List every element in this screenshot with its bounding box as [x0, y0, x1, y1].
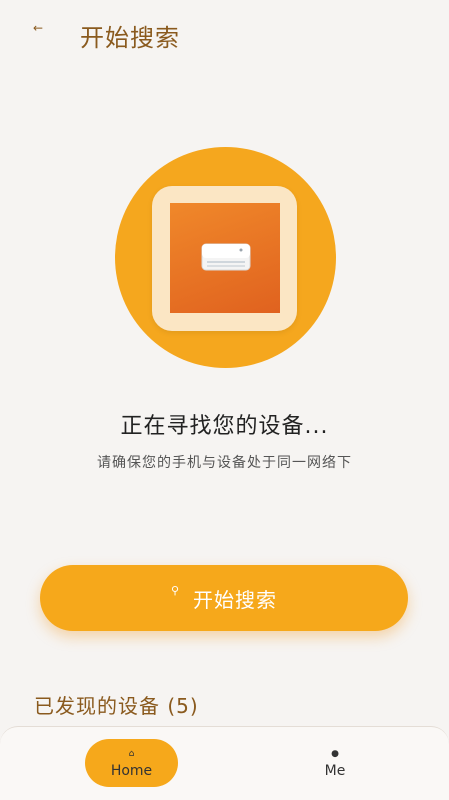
nav-home-label: Home	[110, 763, 153, 779]
status-title: 正在寻找您的设备...	[120, 414, 329, 439]
person-icon: ●	[331, 749, 339, 759]
start-search-label: 开始搜索	[193, 587, 278, 612]
search-icon: ⚲	[170, 583, 180, 597]
search-screen: ← 开始搜索 正在寻找您的设备... 请确保您的手机与设备处于同一网络下 ⚲ 开…	[0, 0, 449, 800]
arrow-left-icon: ←	[32, 21, 44, 35]
page-title: 开始搜索	[80, 24, 180, 52]
top-bar: ← 开始搜索	[0, 0, 449, 70]
bottom-navigation: ⌂ Home ● Me	[0, 726, 449, 800]
start-search-button[interactable]: ⚲ 开始搜索	[40, 565, 408, 631]
home-icon: ⌂	[128, 749, 135, 759]
status-subtitle: 请确保您的手机与设备处于同一网络下	[97, 455, 352, 471]
air-conditioner-icon	[201, 243, 251, 271]
back-button[interactable]: ←	[26, 16, 50, 40]
nav-me[interactable]: ● Me	[290, 739, 380, 787]
discovered-devices-heading: 已发现的设备 (5)	[34, 694, 199, 718]
nav-me-label: Me	[324, 763, 346, 779]
nav-home[interactable]: ⌂ Home	[85, 739, 178, 787]
